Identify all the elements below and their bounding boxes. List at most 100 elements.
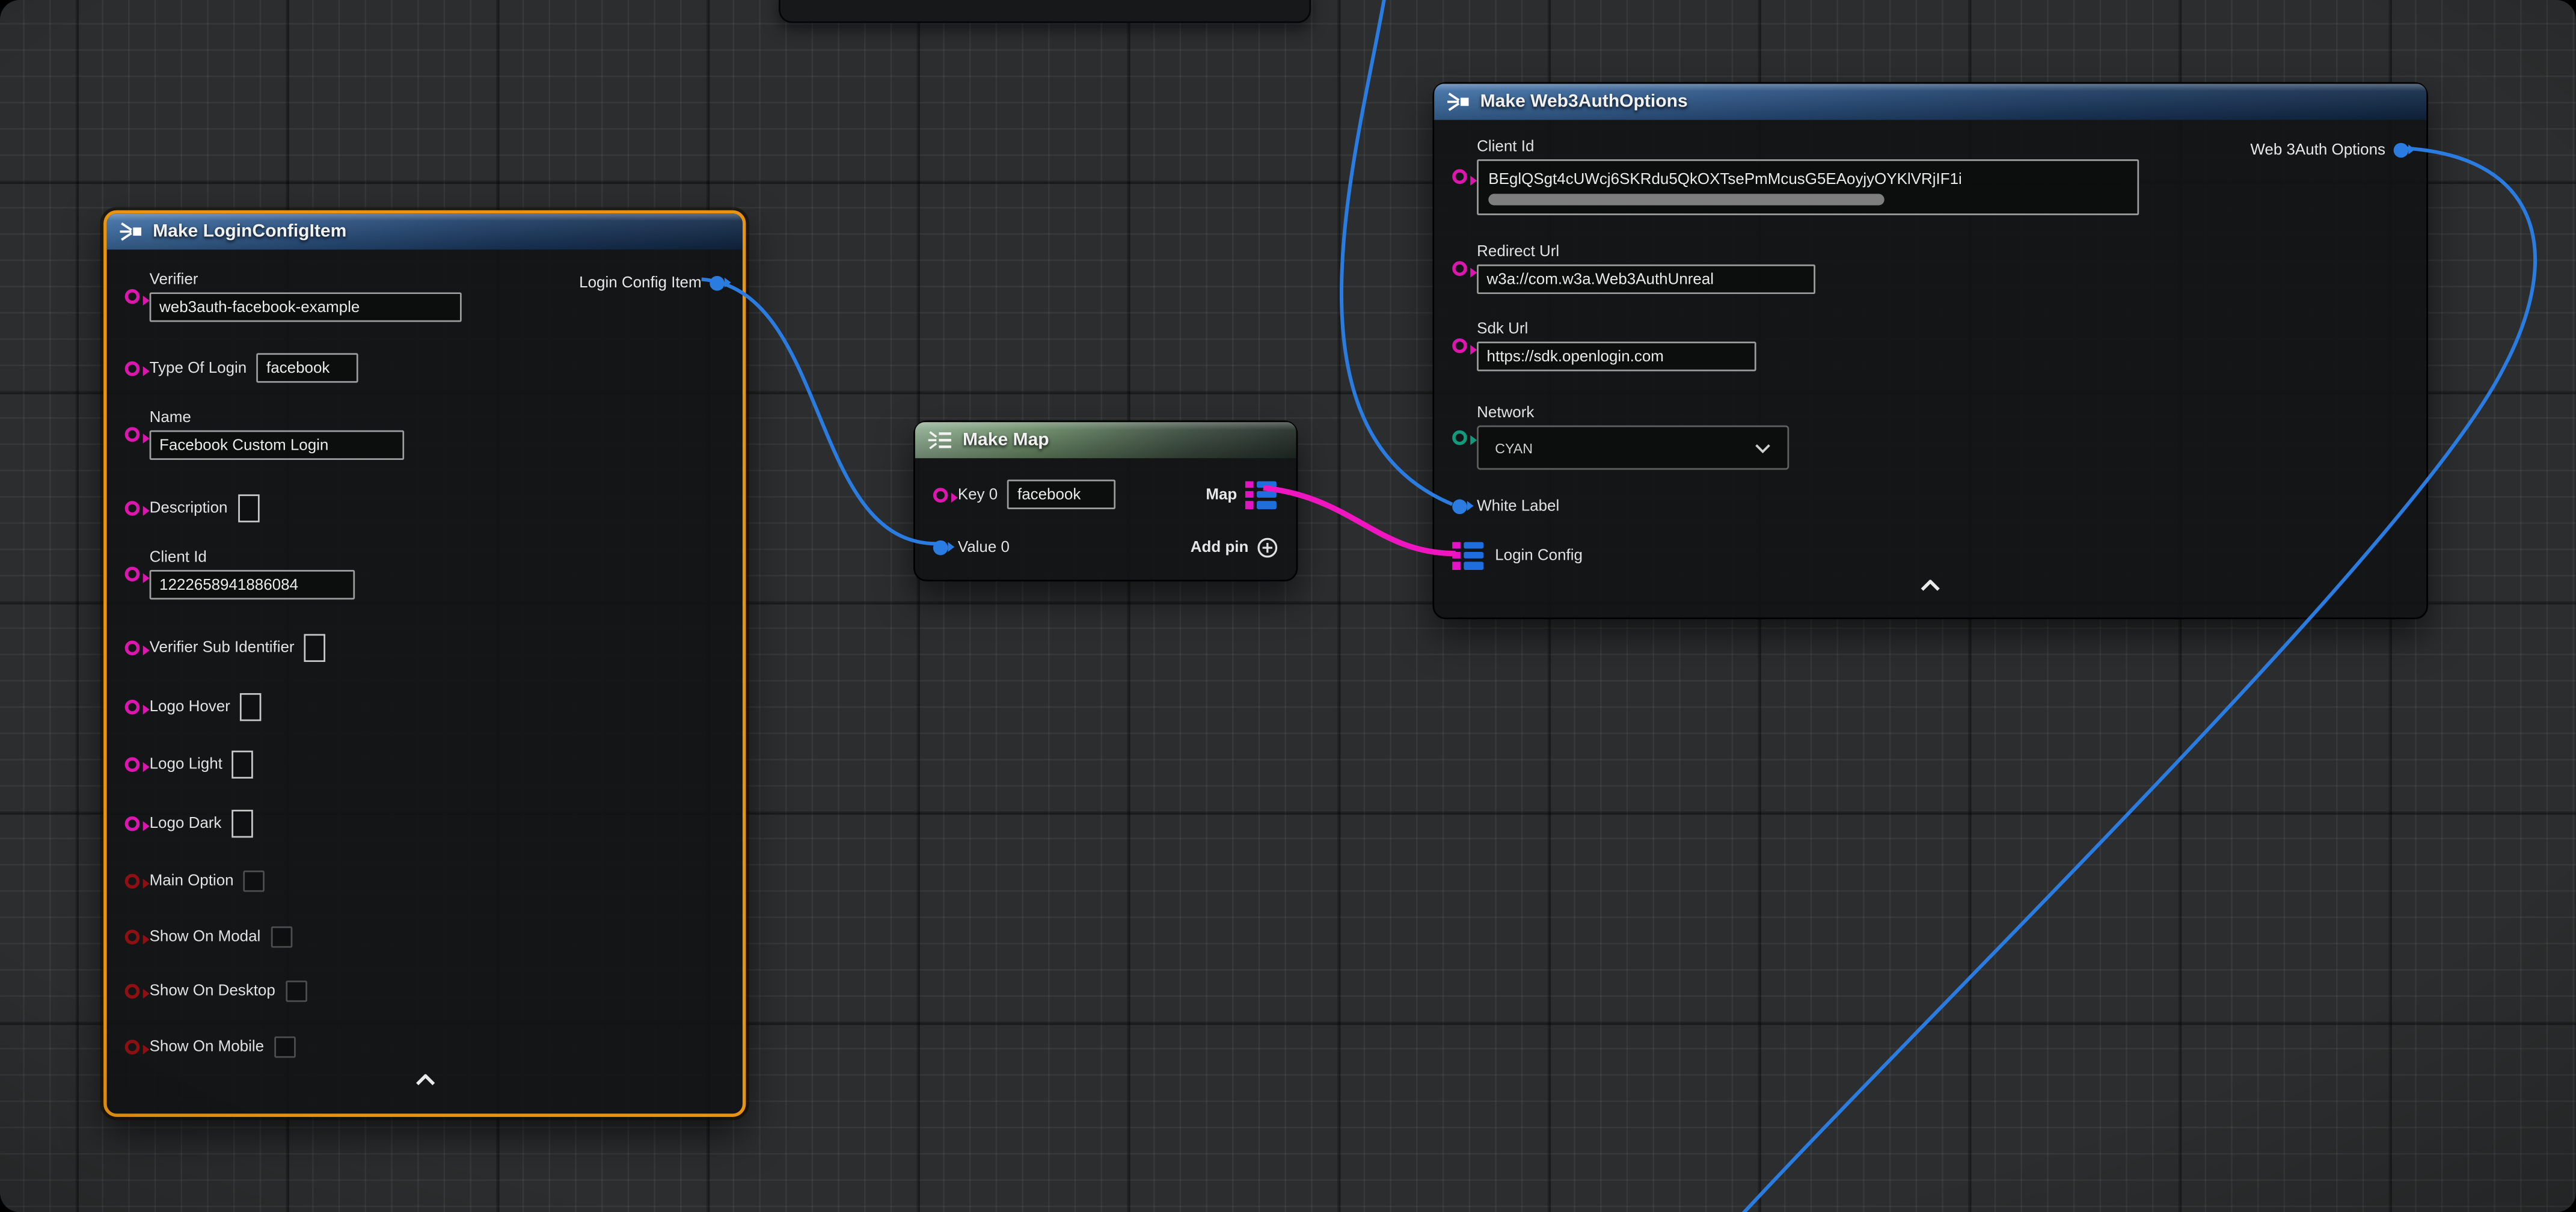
pin-row-show-on-desktop: Show On Desktop bbox=[125, 971, 725, 1011]
pin-row-show-on-mobile: Show On Mobile bbox=[125, 1027, 725, 1067]
pin-logo-dark[interactable] bbox=[125, 815, 140, 830]
pin-label: Show On Desktop bbox=[150, 981, 275, 999]
pin-row-logo-hover: Logo Hover bbox=[125, 687, 725, 726]
redirect-url-field[interactable]: w3a://com.w3a.Web3AuthUnreal bbox=[1477, 265, 1815, 294]
pin-logo-hover[interactable] bbox=[125, 699, 140, 714]
partial-node-top[interactable] bbox=[779, 0, 1311, 23]
verifier-field[interactable]: web3auth-facebook-example bbox=[150, 292, 462, 322]
verifier-sub-identifier-field[interactable] bbox=[304, 633, 326, 661]
pin-white-label[interactable] bbox=[1452, 498, 1467, 513]
pin-row-show-on-modal: Show On Modal bbox=[125, 917, 725, 956]
pin-client-id[interactable] bbox=[125, 567, 140, 582]
node-make-web3auth-options[interactable]: Make Web3AuthOptions Web 3Auth Options C… bbox=[1432, 82, 2428, 619]
pin-label: White Label bbox=[1477, 497, 1559, 515]
add-pin-label: Add pin bbox=[1191, 538, 1249, 556]
pin-row-white-label: White Label bbox=[1452, 486, 2408, 526]
pin-name[interactable] bbox=[125, 427, 140, 442]
logo-dark-field[interactable] bbox=[232, 809, 253, 837]
collapse-node-control[interactable] bbox=[107, 1074, 743, 1086]
node-header[interactable]: Make Map bbox=[915, 422, 1296, 458]
type-of-login-field[interactable]: facebook bbox=[257, 353, 358, 382]
node-header[interactable]: Make Web3AuthOptions bbox=[1434, 84, 2426, 120]
pin-sdk-url[interactable] bbox=[1452, 338, 1467, 354]
add-pin-button[interactable]: Add pin bbox=[1191, 527, 1278, 567]
pin-label: Network bbox=[1477, 404, 1789, 422]
node-title: Make Web3AuthOptions bbox=[1480, 92, 1688, 112]
pin-network[interactable] bbox=[1452, 429, 1467, 444]
pin-row-name: Name Facebook Custom Login bbox=[125, 409, 725, 460]
client-id-field[interactable]: BEglQSgt4cUWcj6SKRdu5QkOXTsePmMcusG5EAoy… bbox=[1477, 159, 2139, 215]
pin-row-verifier-sub-identifier: Verifier Sub Identifier bbox=[125, 628, 725, 667]
pin-label: Logo Hover bbox=[150, 697, 230, 715]
network-dropdown[interactable]: CYAN bbox=[1477, 426, 1789, 470]
node-header[interactable]: Make LoginConfigItem bbox=[107, 213, 743, 249]
pin-show-on-desktop[interactable] bbox=[125, 983, 140, 998]
pin-row-login-config: Login Config bbox=[1452, 536, 2408, 575]
pin-label: Show On Modal bbox=[150, 927, 261, 945]
pin-label: Logo Dark bbox=[150, 814, 222, 832]
pin-show-on-modal[interactable] bbox=[125, 929, 140, 944]
logo-light-field[interactable] bbox=[232, 750, 254, 777]
make-struct-icon bbox=[1447, 92, 1470, 112]
pin-row-logo-dark: Logo Dark bbox=[125, 803, 725, 843]
pin-redirect-url[interactable] bbox=[1452, 261, 1467, 276]
pin-label: Logo Light bbox=[150, 754, 222, 773]
node-make-map[interactable]: Make Map Key 0 facebook Map Value 0 bbox=[913, 420, 1298, 581]
pin-client-id[interactable] bbox=[1452, 169, 1467, 184]
client-id-field[interactable]: 1222658941886084 bbox=[150, 570, 355, 599]
pin-label: Type Of Login bbox=[150, 359, 247, 377]
pin-value-0[interactable] bbox=[933, 539, 948, 554]
pin-label: Show On Mobile bbox=[150, 1037, 264, 1055]
chevron-up-icon bbox=[413, 1074, 436, 1086]
pin-show-on-mobile[interactable] bbox=[125, 1039, 140, 1054]
output-pin-label: Map bbox=[1206, 485, 1237, 503]
pin-login-config[interactable] bbox=[1452, 541, 1485, 569]
output-map: Map bbox=[1206, 475, 1278, 515]
chevron-down-icon bbox=[1755, 442, 1771, 452]
add-pin-icon bbox=[1257, 536, 1278, 558]
show-on-desktop-checkbox[interactable] bbox=[285, 980, 307, 1002]
main-option-checkbox[interactable] bbox=[244, 870, 265, 892]
collapse-node-control[interactable] bbox=[1434, 580, 2426, 591]
make-struct-icon bbox=[120, 222, 143, 242]
pin-label: Main Option bbox=[150, 871, 234, 889]
pin-label: Verifier Sub Identifier bbox=[150, 638, 295, 656]
make-map-icon bbox=[928, 430, 953, 450]
network-selected-value: CYAN bbox=[1495, 439, 1533, 456]
pin-row-logo-light: Logo Light bbox=[125, 744, 725, 784]
pin-label: Description bbox=[150, 498, 228, 516]
pin-row-client-id: Client Id 1222658941886084 bbox=[125, 549, 725, 600]
pin-main-option[interactable] bbox=[125, 873, 140, 888]
pin-key-0[interactable] bbox=[933, 487, 948, 502]
show-on-modal-checkbox[interactable] bbox=[271, 926, 292, 947]
pin-type-of-login[interactable] bbox=[125, 361, 140, 376]
chevron-up-icon bbox=[1919, 580, 1942, 591]
pin-label: Login Config bbox=[1495, 546, 1583, 564]
pin-label: Client Id bbox=[1477, 138, 2139, 156]
pin-verifier-sub-identifier[interactable] bbox=[125, 640, 140, 655]
show-on-mobile-checkbox[interactable] bbox=[274, 1036, 295, 1057]
output-pin-map[interactable] bbox=[1245, 480, 1278, 508]
pin-label: Value 0 bbox=[958, 538, 1010, 556]
sdk-url-field[interactable]: https://sdk.openlogin.com bbox=[1477, 341, 1756, 371]
node-make-login-config-item[interactable]: Make LoginConfigItem Login Config Item V… bbox=[103, 210, 746, 1117]
field-horizontal-scrollbar[interactable] bbox=[1488, 193, 1884, 204]
key-0-field[interactable]: facebook bbox=[1008, 480, 1116, 509]
pin-row-sdk-url: Sdk Url https://sdk.openlogin.com bbox=[1452, 320, 2408, 372]
node-title: Make Map bbox=[963, 430, 1049, 450]
pin-row-client-id: Client Id BEglQSgt4cUWcj6SKRdu5QkOXTsePm… bbox=[1452, 138, 2408, 215]
pin-label: Verifier bbox=[150, 271, 462, 289]
pin-logo-light[interactable] bbox=[125, 756, 140, 771]
pin-verifier[interactable] bbox=[125, 289, 140, 304]
logo-hover-field[interactable] bbox=[240, 693, 262, 720]
node-title: Make LoginConfigItem bbox=[153, 222, 346, 242]
pin-label: Redirect Url bbox=[1477, 243, 1815, 261]
blueprint-graph-stage: Make LoginConfigItem Login Config Item V… bbox=[0, 0, 2576, 1212]
pin-description[interactable] bbox=[125, 500, 140, 515]
pin-row-verifier: Verifier web3auth-facebook-example bbox=[125, 271, 725, 322]
name-field[interactable]: Facebook Custom Login bbox=[150, 430, 404, 460]
description-field[interactable] bbox=[238, 494, 259, 521]
pin-label: Client Id bbox=[150, 549, 355, 567]
pin-label: Key 0 bbox=[958, 485, 998, 503]
blueprint-canvas[interactable]: Make LoginConfigItem Login Config Item V… bbox=[0, 0, 2576, 1212]
